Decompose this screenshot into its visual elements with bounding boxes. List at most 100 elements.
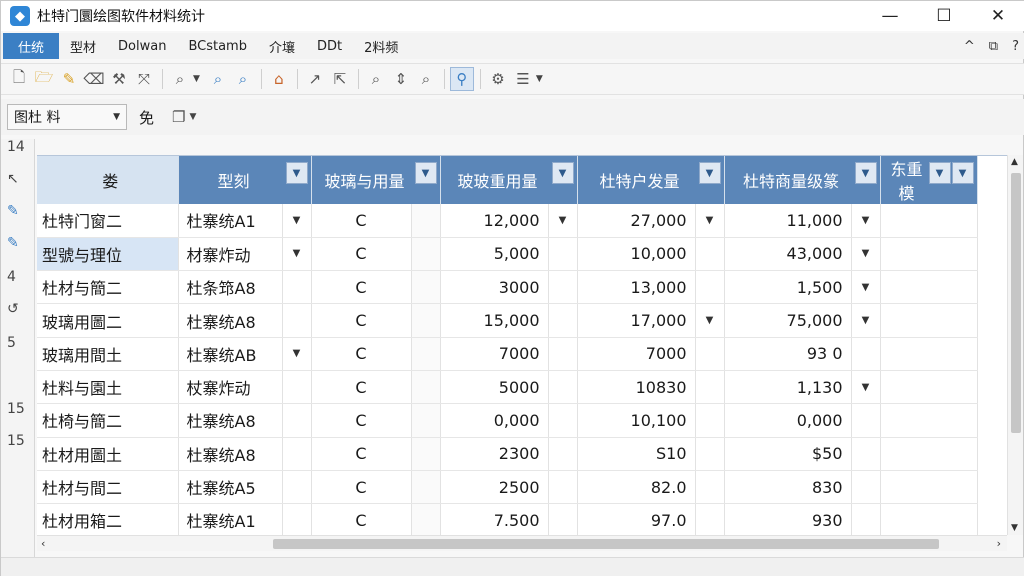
horizontal-scrollbar[interactable]: ‹ › (37, 535, 1007, 551)
transform-icon[interactable]: ⤧ (132, 67, 156, 91)
row-name-cell[interactable]: 杜特门窗二 (37, 204, 179, 238)
row-name-cell[interactable]: 杜料与園土 (37, 370, 179, 405)
row-name-cell[interactable]: 玻璃用間土 (37, 337, 179, 371)
eraser-icon[interactable]: ⌫ (82, 67, 106, 91)
scroll-right-icon[interactable]: › (997, 537, 1001, 550)
search-icon[interactable]: ⌕ (364, 67, 388, 91)
row-name-cell[interactable]: 杜材与間二 (37, 470, 179, 505)
zoom-in-icon[interactable]: ⌕ (206, 67, 230, 91)
table-row[interactable]: 杜材用箱二 杜寨统A1 C 7.500 97.0 930 (37, 503, 978, 535)
vertical-scroll-thumb[interactable] (1011, 173, 1021, 433)
table-row[interactable]: 杜料与園土 杖寨炸动 C 5000 10830 1,130 ▼ (37, 370, 978, 405)
arrow-up-right-icon[interactable]: ↗ (303, 67, 327, 91)
type-dropdown-cell[interactable] (282, 370, 312, 405)
copy-icon[interactable]: ❐ (172, 108, 185, 126)
glass-dropdown-cell[interactable]: ▼ (548, 204, 578, 238)
scroll-left-icon[interactable]: ‹ (41, 537, 45, 550)
list-icon[interactable]: ☰ (511, 67, 535, 91)
draw-icon[interactable]: ✎ (7, 203, 19, 219)
menu-item-bcstamb[interactable]: BCstamb (177, 33, 258, 59)
chevron-down-icon[interactable]: ▼ (414, 162, 437, 184)
level-icon[interactable]: ⇕ (389, 67, 413, 91)
column-header-type[interactable]: 型刻 ▼ (178, 156, 312, 204)
usage-dropdown-cell[interactable] (695, 237, 725, 272)
row-name-cell[interactable]: 杜材用箱二 (37, 503, 179, 535)
chevron-down-icon[interactable]: ▼ (928, 162, 951, 184)
format-icon[interactable]: ⚒ (107, 67, 131, 91)
glass-dropdown-cell[interactable] (548, 370, 578, 405)
glass-dropdown-cell[interactable] (548, 237, 578, 272)
type-dropdown-cell[interactable]: ▼ (282, 204, 312, 238)
horizontal-scroll-thumb[interactable] (273, 539, 939, 549)
copy-dropdown-icon[interactable]: ▼ (189, 112, 196, 122)
grade-dropdown-cell[interactable]: ▼ (851, 237, 881, 272)
glass-dropdown-cell[interactable] (548, 270, 578, 305)
grade-dropdown-cell[interactable]: ▼ (851, 370, 881, 405)
row-name-cell[interactable]: 杜材与簡二 (37, 270, 179, 305)
usage-dropdown-cell[interactable] (695, 437, 725, 471)
grade-dropdown-cell[interactable] (851, 403, 881, 438)
rotate-icon[interactable]: ↺ (7, 301, 19, 317)
menu-item-profile[interactable]: 型材 (59, 33, 107, 59)
table-row[interactable]: 杜材用圖土 杜寨统A8 C 2300 S10 $50 (37, 437, 978, 471)
glass-dropdown-cell[interactable] (548, 337, 578, 371)
collapse-ribbon-icon[interactable]: ^ (964, 39, 975, 54)
type-dropdown-cell[interactable] (282, 403, 312, 438)
zoom-dropdown-icon[interactable]: ▼ (193, 74, 200, 84)
menu-item-ddt[interactable]: DDt (306, 33, 353, 59)
vertical-scrollbar[interactable]: ▲ ▼ (1007, 155, 1023, 535)
chevron-down-icon[interactable]: ▼ (854, 162, 877, 184)
glass-dropdown-cell[interactable] (548, 503, 578, 535)
scroll-up-icon[interactable]: ▲ (1011, 157, 1018, 167)
usage-dropdown-cell[interactable] (695, 337, 725, 371)
menu-item-intro[interactable]: 介壤 (258, 33, 306, 59)
type-dropdown-cell[interactable]: ▼ (282, 237, 312, 272)
type-dropdown-cell[interactable]: ▼ (282, 337, 312, 371)
column-header-profile-grade[interactable]: 杜特商量级篆 ▼ (724, 156, 881, 204)
building-icon[interactable]: ⌂ (267, 67, 291, 91)
table-row[interactable]: 杜材与間二 杜寨统A5 C 2500 82.0 830 (37, 470, 978, 505)
grade-dropdown-cell[interactable] (851, 437, 881, 471)
chevron-down-icon[interactable]: ▼ (285, 162, 308, 184)
usage-dropdown-cell[interactable]: ▼ (695, 204, 725, 238)
table-row[interactable]: 玻璃用間土 杜寨统AB ▼ C 7000 7000 93 0 (37, 337, 978, 371)
menu-item-material[interactable]: 2料频 (353, 33, 409, 59)
row-name-cell[interactable]: 杜材用圖土 (37, 437, 179, 471)
column-header-glass-weight[interactable]: 玻玻重用量 ▼ (440, 156, 578, 204)
new-file-icon[interactable]: 🗋 (7, 67, 31, 91)
table-row[interactable]: 杜特门窗二 杜寨统A1 ▼ C 12,000 ▼ 27,000 ▼ 11,000 ▼ (37, 204, 978, 238)
pen-icon[interactable]: ✎ (7, 235, 19, 251)
chevron-down-icon[interactable]: ▼ (551, 162, 574, 184)
user-select-icon[interactable]: ⚲ (449, 67, 474, 91)
glass-dropdown-cell[interactable] (548, 303, 578, 338)
table-row[interactable]: 杜材与簡二 杜条筇A8 C 3000 13,000 1,500 ▼ (37, 270, 978, 305)
type-dropdown-cell[interactable] (282, 303, 312, 338)
maximize-button[interactable]: ☐ (917, 1, 971, 31)
type-dropdown-cell[interactable] (282, 503, 312, 535)
usage-dropdown-cell[interactable] (695, 503, 725, 535)
scroll-down-icon[interactable]: ▼ (1011, 523, 1018, 533)
zoom-window-icon[interactable]: ⌕ (414, 67, 438, 91)
menu-item-dolwan[interactable]: Dolwan (107, 33, 177, 59)
glass-dropdown-cell[interactable] (548, 403, 578, 438)
restore-pane-icon[interactable]: ⧉ (989, 39, 998, 54)
type-dropdown-cell[interactable] (282, 437, 312, 471)
column-header-weight[interactable]: 东重模 ▼ ▼ (880, 156, 978, 204)
menu-item-system[interactable]: 仕统 (3, 33, 60, 59)
usage-dropdown-cell[interactable] (695, 270, 725, 305)
chevron-down-icon[interactable]: ▼ (951, 162, 974, 184)
type-dropdown-cell[interactable] (282, 470, 312, 505)
grade-dropdown-cell[interactable]: ▼ (851, 270, 881, 305)
table-row[interactable]: 型號与理位 材寨炸动 ▼ C 5,000 10,000 43,000 ▼ (37, 237, 978, 272)
glass-dropdown-cell[interactable] (548, 470, 578, 505)
row-name-cell[interactable]: 杜椅与簡二 (37, 403, 179, 438)
column-header-glass[interactable]: 玻璃与用量 ▼ (311, 156, 441, 204)
usage-dropdown-cell[interactable] (695, 470, 725, 505)
column-header-profile-usage[interactable]: 杜特户发量 ▼ (577, 156, 725, 204)
type-dropdown-cell[interactable] (282, 270, 312, 305)
list-dropdown-icon[interactable]: ▼ (536, 74, 543, 84)
usage-dropdown-cell[interactable] (695, 403, 725, 438)
table-row[interactable]: 杜椅与簡二 杜寨统A8 C 0,000 10,100 0,000 (37, 403, 978, 438)
grade-dropdown-cell[interactable] (851, 337, 881, 371)
close-button[interactable]: ✕ (971, 1, 1024, 31)
